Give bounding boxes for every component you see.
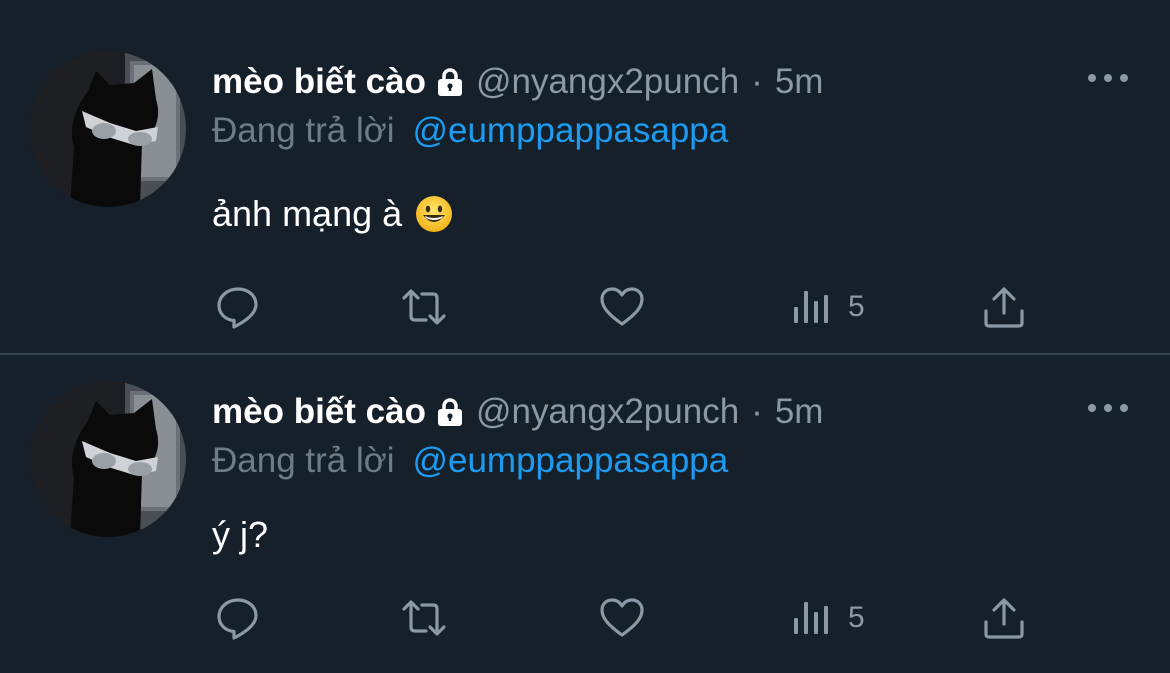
tweet[interactable]: mèo biết cào @nyangx2punch · 5m Đang trả… bbox=[0, 0, 1170, 353]
avatar[interactable] bbox=[30, 381, 186, 537]
tweet-header: mèo biết cào @nyangx2punch · 5m bbox=[212, 392, 823, 432]
separator-dot: · bbox=[751, 392, 763, 431]
avatar-image bbox=[30, 381, 186, 537]
replying-to-label: Đang trả lời bbox=[212, 111, 395, 150]
avatar-image bbox=[30, 51, 186, 207]
views-count: 5 bbox=[848, 290, 865, 323]
like-button[interactable] bbox=[598, 593, 646, 643]
reply-icon bbox=[217, 598, 258, 640]
lock-icon bbox=[436, 397, 464, 427]
views-button[interactable]: 5 bbox=[792, 282, 865, 332]
tweet-actions: 5 bbox=[212, 282, 1042, 332]
display-name[interactable]: mèo biết cào bbox=[212, 62, 426, 102]
tweet-header: mèo biết cào @nyangx2punch · 5m bbox=[212, 62, 823, 102]
timestamp[interactable]: 5m bbox=[775, 62, 824, 102]
share-icon bbox=[984, 598, 1024, 639]
views-icon bbox=[794, 602, 828, 634]
avatar[interactable] bbox=[30, 51, 186, 207]
like-icon bbox=[600, 287, 644, 326]
replying-to: Đang trả lời @eumppappasappa bbox=[212, 111, 728, 151]
more-options-icon[interactable] bbox=[1088, 401, 1128, 415]
reply-button[interactable] bbox=[214, 593, 262, 643]
grinning-face-emoji-icon bbox=[414, 194, 454, 234]
reply-button[interactable] bbox=[214, 282, 262, 332]
tweet-text-body: ảnh mạng à bbox=[212, 193, 403, 234]
share-icon bbox=[984, 287, 1024, 328]
timestamp[interactable]: 5m bbox=[775, 392, 824, 432]
tweet-text: ảnh mạng à bbox=[212, 192, 454, 236]
share-button[interactable] bbox=[982, 282, 1026, 332]
replying-to-label: Đang trả lời bbox=[212, 441, 395, 480]
reply-to-handle[interactable]: @eumppappasappa bbox=[412, 111, 728, 151]
retweet-button[interactable] bbox=[400, 593, 448, 643]
separator-dot: · bbox=[751, 62, 763, 101]
like-icon bbox=[600, 598, 644, 637]
views-button[interactable]: 5 bbox=[792, 593, 865, 643]
views-icon bbox=[794, 291, 828, 323]
retweet-icon bbox=[402, 289, 446, 325]
user-handle[interactable]: @nyangx2punch bbox=[476, 392, 739, 432]
tweet[interactable]: mèo biết cào @nyangx2punch · 5m Đang trả… bbox=[0, 355, 1170, 673]
views-count: 5 bbox=[848, 601, 865, 634]
more-options-icon[interactable] bbox=[1088, 71, 1128, 85]
retweet-button[interactable] bbox=[400, 282, 448, 332]
tweet-text-body: ý j? bbox=[212, 514, 269, 555]
tweet-actions: 5 bbox=[212, 593, 1042, 643]
like-button[interactable] bbox=[598, 282, 646, 332]
display-name[interactable]: mèo biết cào bbox=[212, 392, 426, 432]
retweet-icon bbox=[402, 600, 446, 636]
lock-icon bbox=[436, 67, 464, 97]
reply-to-handle[interactable]: @eumppappasappa bbox=[412, 441, 728, 481]
tweet-text: ý j? bbox=[212, 513, 268, 557]
user-handle[interactable]: @nyangx2punch bbox=[476, 62, 739, 102]
replying-to: Đang trả lời @eumppappasappa bbox=[212, 441, 728, 481]
share-button[interactable] bbox=[982, 593, 1026, 643]
reply-icon bbox=[217, 287, 258, 329]
